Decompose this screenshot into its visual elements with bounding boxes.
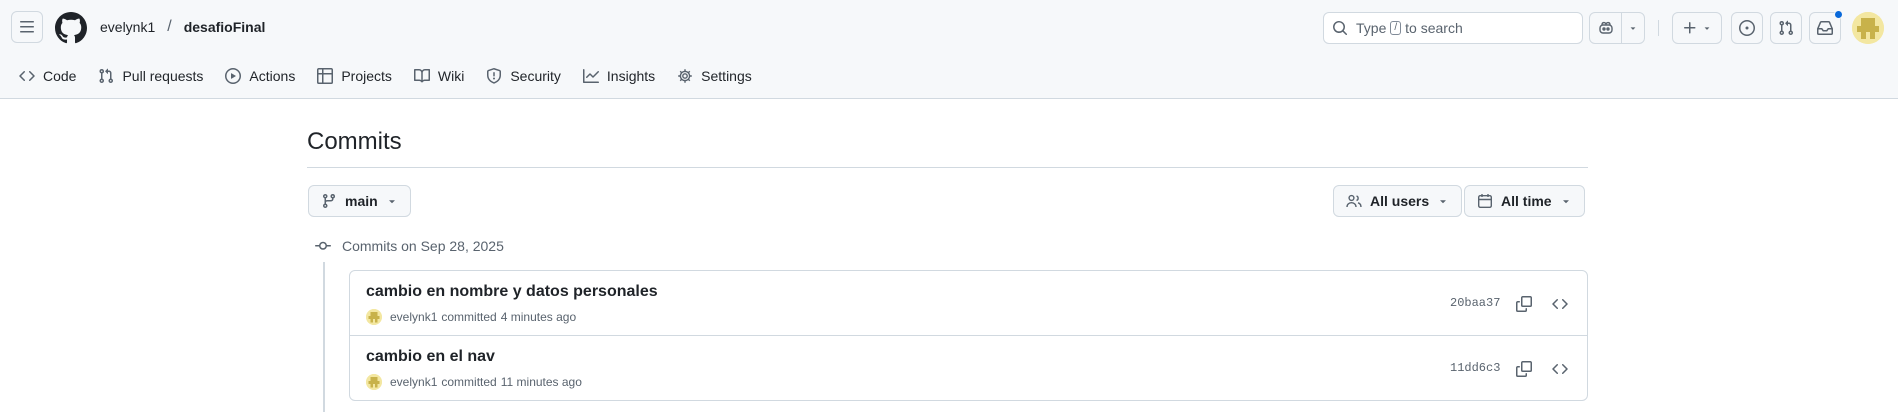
- triangle-down-icon: [1562, 200, 1569, 204]
- search-icon: [1333, 21, 1348, 36]
- tab-actions[interactable]: Actions: [214, 59, 306, 93]
- commit-row[interactable]: cambio en nombre y datos personales evel…: [350, 271, 1587, 336]
- copy-sha-button[interactable]: [1510, 290, 1538, 318]
- menu-button[interactable]: [11, 11, 43, 43]
- users-filter-label: All users: [1370, 193, 1430, 209]
- inbox-icon: [1817, 21, 1833, 35]
- triangle-down-icon: [1630, 27, 1636, 30]
- code-icon: [1552, 363, 1568, 375]
- pull-requests-button[interactable]: [1770, 12, 1802, 44]
- user-avatar[interactable]: [1852, 12, 1884, 44]
- copilot-dropdown-button[interactable]: [1622, 13, 1644, 43]
- tab-label: Code: [43, 68, 77, 84]
- branch-name: main: [345, 193, 378, 209]
- tab-code[interactable]: Code: [8, 59, 87, 93]
- tab-label: Settings: [701, 68, 752, 84]
- timeline-line: [323, 262, 325, 412]
- commit-author[interactable]: evelynk1: [390, 310, 437, 324]
- commit-time: 11 minutes ago: [500, 375, 582, 389]
- repo-nav: Code Pull requests Actions Projects Wiki…: [8, 59, 763, 93]
- breadcrumb-separator: /: [167, 18, 172, 35]
- shield-icon: [487, 68, 502, 84]
- gear-icon: [678, 69, 692, 83]
- copy-icon: [1516, 361, 1532, 377]
- tab-settings[interactable]: Settings: [666, 59, 763, 93]
- commit-group-date: Commits on Sep 28, 2025: [342, 238, 504, 254]
- commit-message[interactable]: cambio en el nav: [366, 348, 495, 366]
- search-prefix: Type: [1356, 20, 1387, 36]
- search-input[interactable]: Type / to search: [1323, 12, 1583, 44]
- commit-meta: evelynk1 committed 11 minutes ago: [366, 374, 582, 390]
- owner-link[interactable]: evelynk1: [100, 19, 155, 35]
- tab-insights[interactable]: Insights: [572, 59, 666, 93]
- title-divider: [307, 167, 1588, 168]
- calendar-icon: [1478, 194, 1493, 209]
- repo-link[interactable]: desafioFinal: [184, 19, 266, 35]
- people-icon: [1346, 194, 1362, 208]
- triangle-down-icon: [1704, 27, 1710, 30]
- notification-indicator: [1834, 10, 1843, 19]
- search-suffix: to search: [1405, 20, 1463, 36]
- triangle-down-icon: [1440, 200, 1446, 204]
- author-avatar[interactable]: [366, 374, 382, 390]
- branch-selector-button[interactable]: main: [308, 185, 411, 217]
- copy-icon: [1516, 296, 1532, 312]
- commit-sha[interactable]: 11dd6c3: [1450, 361, 1500, 375]
- commit-author[interactable]: evelynk1: [390, 375, 437, 389]
- github-logo-icon[interactable]: [55, 12, 87, 44]
- tab-security[interactable]: Security: [475, 59, 572, 93]
- tab-label: Insights: [606, 68, 656, 84]
- git-commit-icon: [315, 241, 331, 250]
- commit-action: committed: [441, 310, 497, 324]
- tab-pull-requests[interactable]: Pull requests: [87, 59, 214, 93]
- book-icon: [413, 68, 430, 83]
- git-branch-icon: [322, 194, 335, 209]
- toolbar-separator: [1658, 20, 1659, 36]
- users-filter-button[interactable]: All users: [1333, 185, 1463, 217]
- tab-label: Security: [510, 68, 561, 84]
- browse-repo-button[interactable]: [1546, 355, 1574, 383]
- tab-wiki[interactable]: Wiki: [403, 59, 475, 93]
- code-icon: [1552, 298, 1568, 310]
- table-icon: [317, 68, 334, 84]
- pull-request-icon: [99, 68, 114, 84]
- commit-group-heading: Commits on Sep 28, 2025: [315, 238, 504, 254]
- play-icon: [225, 68, 242, 84]
- commit-meta: evelynk1 committed 4 minutes ago: [366, 309, 576, 325]
- copy-sha-button[interactable]: [1510, 355, 1538, 383]
- tab-label: Actions: [249, 68, 296, 84]
- repo-header: evelynk1 / desafioFinal Type / to search: [0, 0, 1898, 99]
- triangle-down-icon: [388, 200, 395, 204]
- graph-icon: [582, 69, 599, 83]
- create-new-button[interactable]: [1672, 12, 1722, 44]
- hamburger-icon: [20, 21, 34, 33]
- time-filter-button[interactable]: All time: [1464, 185, 1585, 217]
- browse-repo-button[interactable]: [1546, 290, 1574, 318]
- issue-opened-icon: [1739, 20, 1755, 36]
- tab-label: Pull requests: [122, 68, 204, 84]
- copilot-button-group: [1589, 12, 1645, 44]
- commit-list: cambio en nombre y datos personales evel…: [349, 270, 1588, 401]
- tab-label: Wiki: [437, 68, 465, 84]
- top-bar: evelynk1 / desafioFinal Type / to search: [0, 0, 1898, 56]
- breadcrumb: evelynk1 / desafioFinal: [100, 18, 265, 36]
- search-shortcut-key: /: [1390, 21, 1402, 35]
- commit-message[interactable]: cambio en nombre y datos personales: [366, 283, 658, 301]
- time-filter-label: All time: [1501, 193, 1552, 209]
- author-avatar[interactable]: [366, 309, 382, 325]
- commit-row[interactable]: cambio en el nav evelynk1 committed 11 m…: [350, 336, 1587, 400]
- copilot-icon: [1599, 21, 1613, 34]
- copilot-button[interactable]: [1590, 13, 1621, 43]
- commit-action: committed: [441, 375, 497, 389]
- tab-label: Projects: [341, 68, 392, 84]
- commit-time: 4 minutes ago: [500, 310, 577, 324]
- page-title: Commits: [307, 128, 402, 155]
- pull-request-icon: [1779, 20, 1794, 36]
- code-icon: [19, 70, 35, 82]
- issues-button[interactable]: [1731, 12, 1763, 44]
- commit-sha[interactable]: 20baa37: [1450, 296, 1500, 310]
- tab-projects[interactable]: Projects: [306, 59, 403, 93]
- plus-icon: [1684, 22, 1696, 34]
